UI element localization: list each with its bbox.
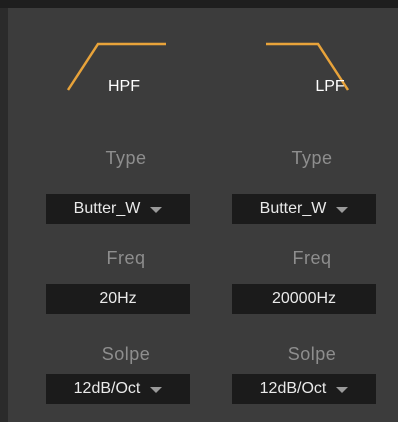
- lpf-slope-value: 12dB/Oct: [259, 380, 327, 397]
- lpf-freq-input[interactable]: 20000Hz: [232, 284, 376, 314]
- lpf-freq-value: 20000Hz: [271, 290, 337, 307]
- lpf-type-dropdown[interactable]: Butter_W: [232, 194, 376, 224]
- hpf-freq-value: 20Hz: [99, 290, 137, 307]
- lpf-type-value: Butter_W: [259, 200, 327, 217]
- chevron-down-icon: [336, 207, 349, 213]
- chevron-down-icon: [150, 207, 163, 213]
- hpf-slope-label: Solpe: [101, 344, 151, 364]
- chevron-down-icon: [336, 387, 349, 393]
- hpf-slope-value: 12dB/Oct: [73, 380, 141, 397]
- hpf-type-label: Type: [105, 148, 147, 168]
- hpf-freq-label: Freq: [106, 248, 146, 268]
- hpf-slope-dropdown[interactable]: 12dB/Oct: [46, 374, 190, 404]
- filter-panel: HPF Type Butter_W Freq 20Hz Solpe 12dB/O…: [8, 8, 398, 422]
- hpf-type-dropdown[interactable]: Butter_W: [46, 194, 190, 224]
- hpf-title: HPF: [108, 78, 140, 95]
- hpf-type-value: Butter_W: [73, 200, 141, 217]
- lpf-type-label: Type: [291, 148, 333, 168]
- lpf-title: LPF: [315, 78, 345, 95]
- lpf-freq-label: Freq: [292, 248, 332, 268]
- lpf-slope-label: Solpe: [287, 344, 337, 364]
- hpf-freq-input[interactable]: 20Hz: [46, 284, 190, 314]
- chevron-down-icon: [150, 387, 163, 393]
- lpf-slope-dropdown[interactable]: 12dB/Oct: [232, 374, 376, 404]
- top-bar: [0, 0, 398, 8]
